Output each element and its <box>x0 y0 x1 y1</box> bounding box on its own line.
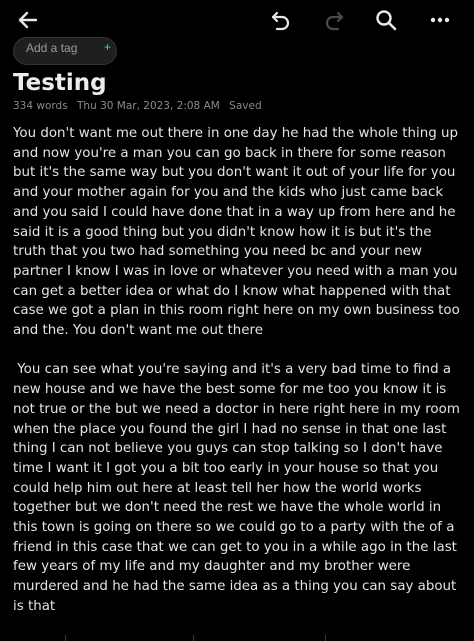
search-icon <box>376 10 397 31</box>
more-horizontal-icon <box>430 17 450 23</box>
redo-icon <box>325 11 344 31</box>
note-paragraph: You don't want me out there in one day h… <box>13 126 460 339</box>
note-title[interactable]: Testing <box>13 70 107 96</box>
redo-button[interactable] <box>318 4 350 36</box>
word-count: 334 words <box>13 100 68 112</box>
top-toolbar <box>0 0 474 40</box>
add-tag-button[interactable]: Add a tag + <box>13 37 117 65</box>
search-button[interactable] <box>370 4 402 36</box>
undo-button[interactable] <box>265 4 297 36</box>
add-tag-label: Add a tag <box>26 41 78 55</box>
note-body-editor[interactable]: You don't want me out there in one day h… <box>13 124 468 617</box>
note-meta: 334 words Thu 30 Mar, 2023, 2:08 AM Save… <box>13 100 268 112</box>
bottom-divider <box>0 633 474 641</box>
undo-icon <box>271 11 290 31</box>
back-button[interactable] <box>12 4 44 36</box>
more-button[interactable] <box>424 4 456 36</box>
arrow-left-icon <box>18 11 38 29</box>
note-date: Thu 30 Mar, 2023, 2:08 AM <box>77 100 220 112</box>
save-status: Saved <box>229 100 262 112</box>
note-paragraph: You can see what you're saying and it's … <box>13 362 465 614</box>
plus-icon: + <box>104 40 112 54</box>
